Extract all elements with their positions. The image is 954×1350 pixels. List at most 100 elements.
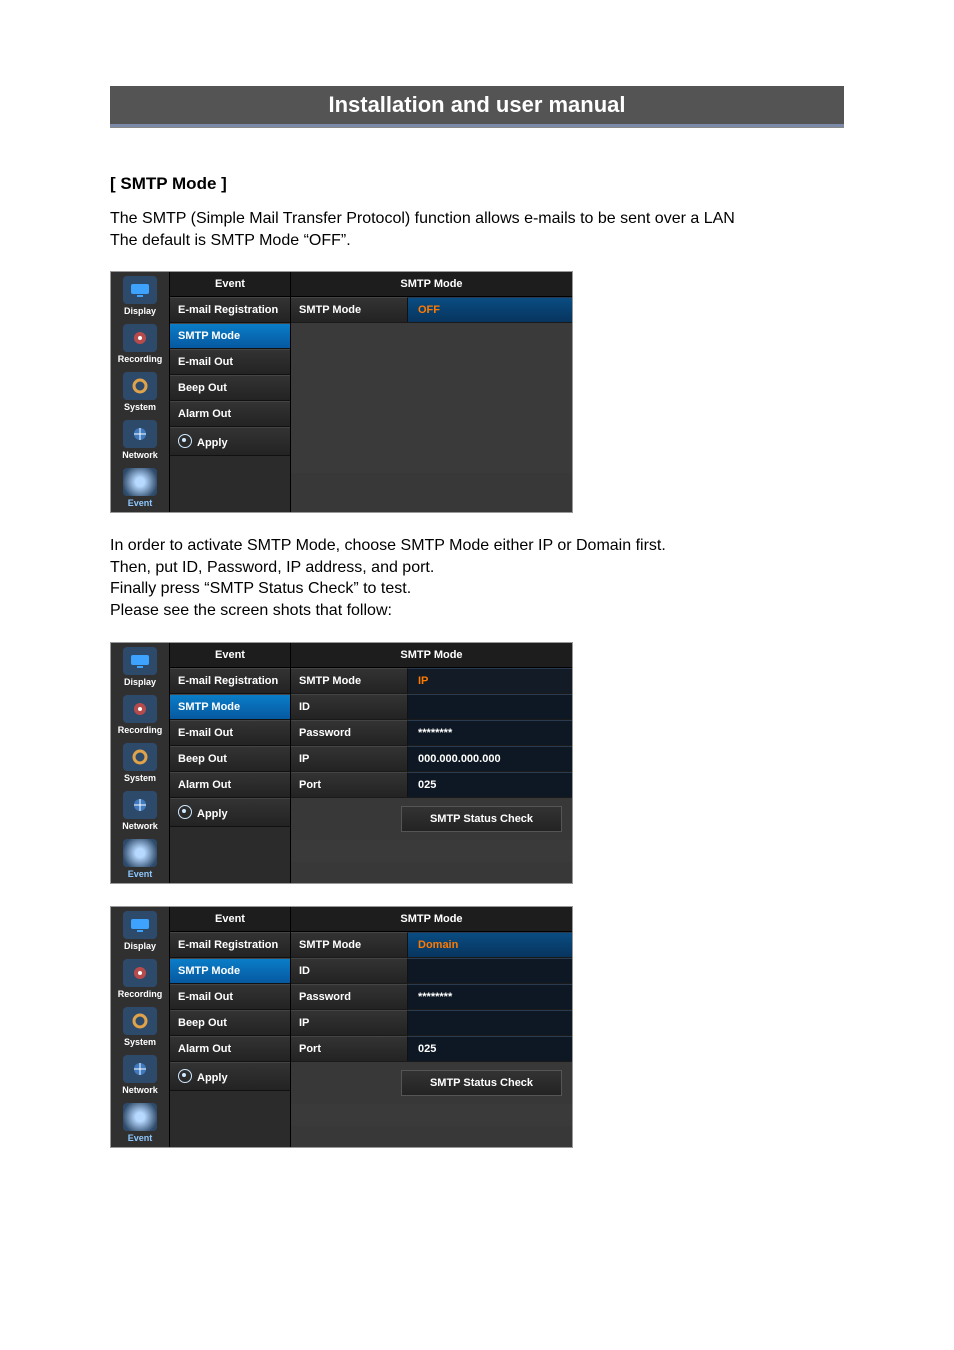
label-port: Port	[291, 1036, 408, 1061]
rail-recording[interactable]: Recording	[111, 691, 169, 739]
menu-filler	[170, 456, 290, 512]
menu-email-out[interactable]: E-mail Out	[170, 984, 290, 1010]
status-check-row: SMTP Status Check	[291, 1062, 572, 1104]
network-icon	[123, 1055, 157, 1083]
rail-system[interactable]: System	[111, 1003, 169, 1051]
label-id: ID	[291, 694, 408, 719]
menu-email-out[interactable]: E-mail Out	[170, 349, 290, 375]
value-smtp-mode-ip[interactable]: IP	[408, 668, 572, 693]
rail-recording-label: Recording	[118, 725, 163, 735]
rail-display-label: Display	[124, 677, 156, 687]
label-smtp-mode: SMTP Mode	[291, 668, 408, 693]
rail-event-label: Event	[128, 1133, 153, 1143]
rail-network[interactable]: Network	[111, 1051, 169, 1099]
value-port[interactable]: 025	[408, 772, 572, 797]
menu-beep-out[interactable]: Beep Out	[170, 375, 290, 401]
smtp-panel: SMTP Mode SMTP ModeDomain ID Password***…	[291, 907, 572, 1147]
section-heading: [ SMTP Mode ]	[110, 174, 844, 194]
rail-display-label: Display	[124, 941, 156, 951]
value-smtp-mode-off[interactable]: OFF	[408, 297, 572, 322]
menu-smtp-mode[interactable]: SMTP Mode	[170, 958, 290, 984]
menu-apply-label: Apply	[197, 808, 228, 820]
menu-apply[interactable]: Apply	[170, 1062, 290, 1091]
mid-line-3: Finally press “SMTP Status Check” to tes…	[110, 580, 411, 597]
value-ip[interactable]: 000.000.000.000	[408, 746, 572, 771]
menu-email-registration[interactable]: E-mail Registration	[170, 932, 290, 958]
apply-icon	[178, 1069, 192, 1083]
event-icon	[123, 1103, 157, 1131]
rail-network-label: Network	[122, 1085, 158, 1095]
mid-paragraph: In order to activate SMTP Mode, choose S…	[110, 535, 844, 621]
smtp-status-check-button[interactable]: SMTP Status Check	[401, 806, 562, 832]
rail-system[interactable]: System	[111, 739, 169, 787]
display-icon	[123, 647, 157, 675]
menu-filler	[170, 827, 290, 883]
intro-line-2: The default is SMTP Mode “OFF”.	[110, 232, 351, 249]
label-id: ID	[291, 958, 408, 983]
rail-event[interactable]: Event	[111, 1099, 169, 1147]
menu-apply[interactable]: Apply	[170, 798, 290, 827]
label-ip: IP	[291, 1010, 408, 1035]
rail-network-label: Network	[122, 450, 158, 460]
network-icon	[123, 791, 157, 819]
value-password[interactable]: ********	[408, 984, 572, 1009]
menu-smtp-mode[interactable]: SMTP Mode	[170, 694, 290, 720]
rail-display[interactable]: Display	[111, 907, 169, 955]
menu-alarm-out[interactable]: Alarm Out	[170, 772, 290, 798]
rail-network[interactable]: Network	[111, 416, 169, 464]
menu-alarm-out[interactable]: Alarm Out	[170, 1036, 290, 1062]
panel-filler	[291, 840, 572, 862]
recording-icon	[123, 324, 157, 352]
smtp-status-check-button[interactable]: SMTP Status Check	[401, 1070, 562, 1096]
left-rail: Display Recording System Network Event	[111, 907, 170, 1147]
menu-email-registration[interactable]: E-mail Registration	[170, 668, 290, 694]
rail-recording-label: Recording	[118, 989, 163, 999]
rail-system[interactable]: System	[111, 368, 169, 416]
smtp-panel-header: SMTP Mode	[291, 643, 572, 668]
event-menu-header: Event	[170, 907, 290, 932]
menu-apply[interactable]: Apply	[170, 427, 290, 456]
smtp-panel: SMTP Mode SMTP Mode OFF	[291, 272, 572, 512]
mid-line-1: In order to activate SMTP Mode, choose S…	[110, 537, 666, 554]
menu-apply-label: Apply	[197, 1072, 228, 1084]
rail-display[interactable]: Display	[111, 643, 169, 691]
menu-beep-out[interactable]: Beep Out	[170, 1010, 290, 1036]
rail-event[interactable]: Event	[111, 464, 169, 512]
label-port: Port	[291, 772, 408, 797]
rail-event-label: Event	[128, 498, 153, 508]
menu-beep-out[interactable]: Beep Out	[170, 746, 290, 772]
value-id[interactable]	[408, 694, 572, 719]
value-password[interactable]: ********	[408, 720, 572, 745]
label-password: Password	[291, 720, 408, 745]
label-smtp-mode: SMTP Mode	[291, 932, 408, 957]
value-id[interactable]	[408, 958, 572, 983]
screenshot-smtp-ip: Display Recording System Network Event E…	[110, 642, 573, 884]
menu-smtp-mode[interactable]: SMTP Mode	[170, 323, 290, 349]
rail-recording[interactable]: Recording	[111, 955, 169, 1003]
value-ip[interactable]	[408, 1010, 572, 1035]
menu-email-registration[interactable]: E-mail Registration	[170, 297, 290, 323]
event-menu-header: Event	[170, 272, 290, 297]
menu-email-out[interactable]: E-mail Out	[170, 720, 290, 746]
event-menu: Event E-mail Registration SMTP Mode E-ma…	[170, 643, 291, 883]
menu-alarm-out[interactable]: Alarm Out	[170, 401, 290, 427]
value-port[interactable]: 025	[408, 1036, 572, 1061]
smtp-panel: SMTP Mode SMTP ModeIP ID Password*******…	[291, 643, 572, 883]
panel-filler	[291, 1104, 572, 1126]
banner-rule	[110, 127, 844, 128]
network-icon	[123, 420, 157, 448]
value-smtp-mode-domain[interactable]: Domain	[408, 932, 572, 957]
rail-display[interactable]: Display	[111, 272, 169, 320]
label-smtp-mode: SMTP Mode	[291, 297, 408, 322]
rail-network-label: Network	[122, 821, 158, 831]
panel-filler	[291, 323, 572, 473]
apply-icon	[178, 434, 192, 448]
left-rail: Display Recording System Network Event	[111, 643, 170, 883]
left-rail: Display Recording System Network Event	[111, 272, 170, 512]
event-icon	[123, 468, 157, 496]
smtp-panel-header: SMTP Mode	[291, 272, 572, 297]
rail-event[interactable]: Event	[111, 835, 169, 883]
rail-recording[interactable]: Recording	[111, 320, 169, 368]
rail-system-label: System	[124, 402, 156, 412]
rail-network[interactable]: Network	[111, 787, 169, 835]
